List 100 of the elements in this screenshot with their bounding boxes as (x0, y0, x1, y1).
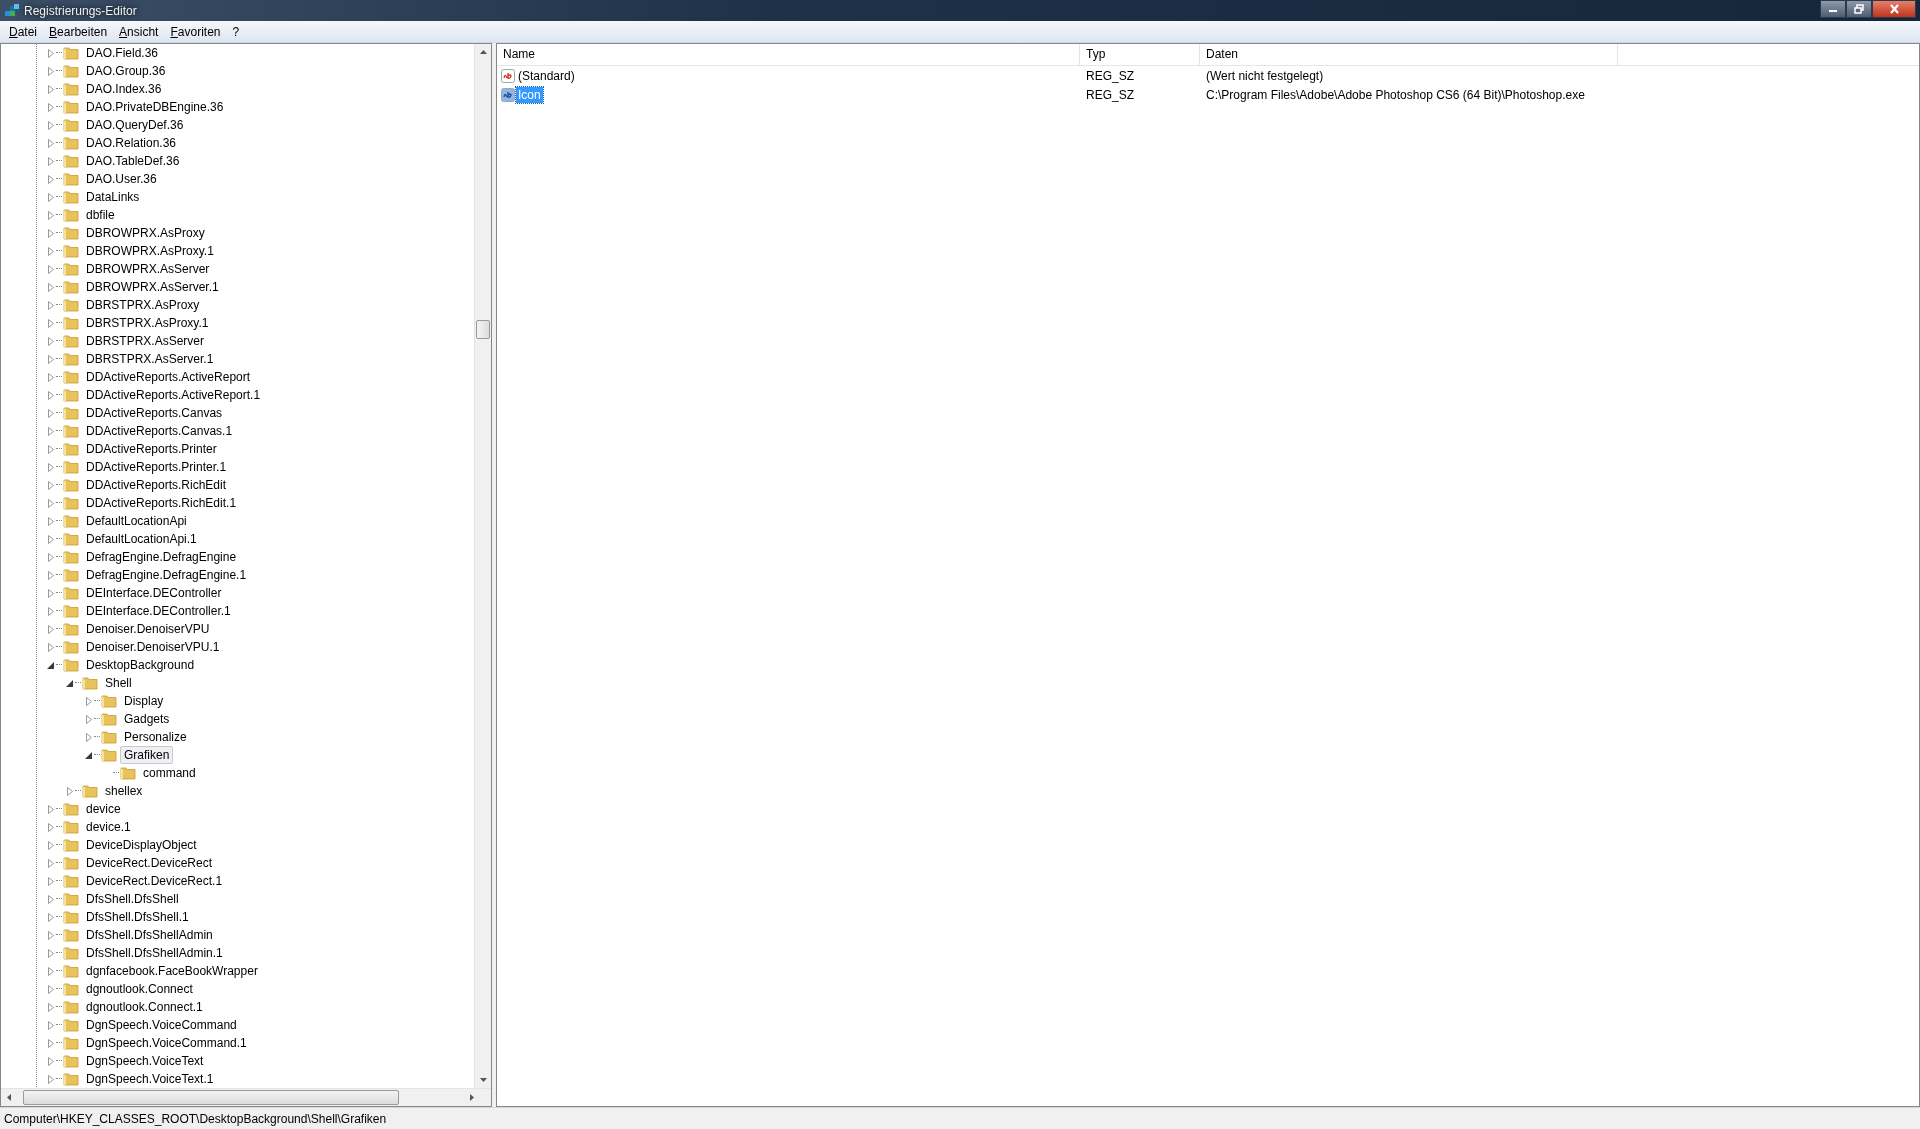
minimize-button[interactable] (1820, 0, 1846, 18)
tree-item[interactable]: Denoiser.DenoiserVPU.1 (82, 638, 224, 656)
tree-item[interactable]: dgnoutlook.Connect (82, 980, 197, 998)
collapsed-triangle-icon[interactable] (47, 300, 55, 310)
collapsed-triangle-icon[interactable] (47, 552, 55, 562)
tree-item[interactable]: DBRSTPRX.AsProxy (82, 296, 204, 314)
collapsed-triangle-icon[interactable] (47, 390, 55, 400)
tree-item[interactable]: DDActiveReports.ActiveReport (82, 368, 255, 386)
collapsed-triangle-icon[interactable] (47, 228, 55, 238)
tree-item[interactable]: dbfile (82, 206, 119, 224)
tree-item[interactable]: DBROWPRX.AsServer (82, 260, 214, 278)
tree-item[interactable]: DefaultLocationApi.1 (82, 530, 201, 548)
tree-item[interactable]: Denoiser.DenoiserVPU (82, 620, 214, 638)
tree-item[interactable]: DeviceRect.DeviceRect (82, 854, 217, 872)
collapsed-triangle-icon[interactable] (47, 264, 55, 274)
tree-item[interactable]: DDActiveReports.Printer.1 (82, 458, 231, 476)
collapsed-triangle-icon[interactable] (85, 732, 93, 742)
collapsed-triangle-icon[interactable] (47, 174, 55, 184)
collapsed-triangle-icon[interactable] (47, 606, 55, 616)
tree-item[interactable]: DBROWPRX.AsProxy (82, 224, 209, 242)
tree-item[interactable]: DBRSTPRX.AsServer (82, 332, 209, 350)
column-header[interactable]: Daten (1200, 44, 1618, 65)
tree-item[interactable]: DDActiveReports.RichEdit.1 (82, 494, 241, 512)
scroll-up-icon[interactable] (479, 50, 487, 54)
tree-item[interactable]: DBRSTPRX.AsServer.1 (82, 350, 218, 368)
collapsed-triangle-icon[interactable] (47, 336, 55, 346)
tree-item[interactable]: DataLinks (82, 188, 144, 206)
collapsed-triangle-icon[interactable] (47, 66, 55, 76)
collapsed-triangle-icon[interactable] (47, 534, 55, 544)
tree-item[interactable]: DfsShell.DfsShell.1 (82, 908, 193, 926)
column-header[interactable]: Typ (1080, 44, 1200, 65)
tree-item[interactable]: DfsShell.DfsShell (82, 890, 183, 908)
tree-item[interactable]: DBROWPRX.AsProxy.1 (82, 242, 218, 260)
tree-item[interactable]: DAO.User.36 (82, 170, 161, 188)
column-header[interactable]: Name (497, 44, 1080, 65)
tree-item[interactable]: DefragEngine.DefragEngine.1 (82, 566, 251, 584)
collapsed-triangle-icon[interactable] (47, 588, 55, 598)
tree-item[interactable]: Personalize (120, 728, 191, 746)
collapsed-triangle-icon[interactable] (47, 444, 55, 454)
tree-item[interactable]: shellex (101, 782, 147, 800)
scroll-thumb[interactable] (476, 320, 490, 339)
collapsed-triangle-icon[interactable] (47, 48, 55, 58)
tree-item[interactable]: Gadgets (120, 710, 174, 728)
tree-item[interactable]: DesktopBackground (82, 656, 199, 674)
expanded-triangle-icon[interactable] (47, 660, 55, 670)
tree-item[interactable]: DDActiveReports.ActiveReport.1 (82, 386, 265, 404)
collapsed-triangle-icon[interactable] (47, 858, 55, 868)
tree-item[interactable]: DAO.Field.36 (82, 44, 163, 62)
collapsed-triangle-icon[interactable] (47, 1020, 55, 1030)
collapsed-triangle-icon[interactable] (47, 966, 55, 976)
vertical-scrollbar[interactable] (474, 44, 491, 1088)
collapsed-triangle-icon[interactable] (47, 1002, 55, 1012)
horizontal-scrollbar[interactable] (1, 1088, 491, 1106)
collapsed-triangle-icon[interactable] (85, 714, 93, 724)
menu-item[interactable]: ? (227, 24, 247, 39)
collapsed-triangle-icon[interactable] (47, 246, 55, 256)
tree-item[interactable]: DDActiveReports.Canvas.1 (82, 422, 237, 440)
tree-item[interactable]: DeviceDisplayObject (82, 836, 201, 854)
tree-item[interactable]: DfsShell.DfsShellAdmin (82, 926, 217, 944)
collapsed-triangle-icon[interactable] (47, 516, 55, 526)
menu-item[interactable]: Favoriten (165, 24, 228, 39)
collapsed-triangle-icon[interactable] (47, 138, 55, 148)
tree-item[interactable]: Shell (101, 674, 136, 692)
tree-item[interactable]: DAO.Relation.36 (82, 134, 181, 152)
menu-item[interactable]: Datei (4, 24, 45, 39)
collapsed-triangle-icon[interactable] (47, 282, 55, 292)
tree-item[interactable]: DEInterface.DEController.1 (82, 602, 235, 620)
collapsed-triangle-icon[interactable] (47, 120, 55, 130)
tree-item[interactable]: DAO.Group.36 (82, 62, 170, 80)
tree-item[interactable]: DAO.Index.36 (82, 80, 166, 98)
scroll-down-icon[interactable] (479, 1078, 487, 1082)
collapsed-triangle-icon[interactable] (47, 912, 55, 922)
value-name[interactable]: (Standard) (516, 68, 577, 84)
scroll-right-icon[interactable] (470, 1094, 474, 1101)
collapsed-triangle-icon[interactable] (47, 930, 55, 940)
tree-item[interactable]: DefragEngine.DefragEngine (82, 548, 241, 566)
tree-item[interactable]: command (139, 764, 200, 782)
collapsed-triangle-icon[interactable] (47, 624, 55, 634)
tree-item[interactable]: DEInterface.DEController (82, 584, 226, 602)
collapsed-triangle-icon[interactable] (47, 984, 55, 994)
tree-item[interactable]: DBRSTPRX.AsProxy.1 (82, 314, 213, 332)
restore-button[interactable] (1846, 0, 1872, 18)
scroll-thumb[interactable] (23, 1090, 399, 1105)
tree-item[interactable]: DeviceRect.DeviceRect.1 (82, 872, 227, 890)
collapsed-triangle-icon[interactable] (47, 426, 55, 436)
collapsed-triangle-icon[interactable] (47, 840, 55, 850)
tree-item[interactable]: Grafiken (120, 746, 174, 764)
collapsed-triangle-icon[interactable] (47, 192, 55, 202)
collapsed-triangle-icon[interactable] (66, 786, 74, 796)
collapsed-triangle-icon[interactable] (47, 318, 55, 328)
menu-item[interactable]: Bearbeiten (44, 24, 115, 39)
expanded-triangle-icon[interactable] (85, 750, 93, 760)
tree-item[interactable]: dgnfacebook.FaceBookWrapper (82, 962, 262, 980)
tree-item[interactable]: DDActiveReports.RichEdit (82, 476, 231, 494)
collapsed-triangle-icon[interactable] (47, 1074, 55, 1084)
tree-item[interactable]: DDActiveReports.Printer (82, 440, 221, 458)
collapsed-triangle-icon[interactable] (47, 210, 55, 220)
close-button[interactable] (1872, 0, 1916, 18)
collapsed-triangle-icon[interactable] (47, 804, 55, 814)
expanded-triangle-icon[interactable] (66, 678, 74, 688)
